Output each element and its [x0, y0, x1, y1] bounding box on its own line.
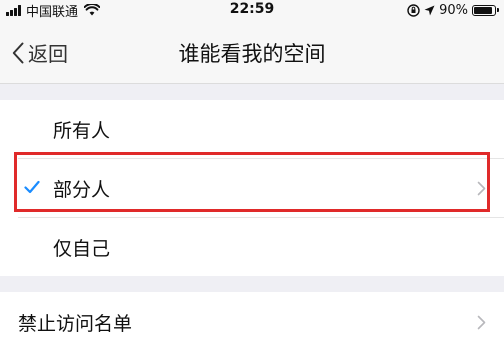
option-label: 所有人	[53, 119, 111, 142]
option-only-me[interactable]: 仅自己	[0, 218, 504, 276]
battery-percent: 90%	[439, 2, 468, 18]
battery-fill	[474, 6, 492, 14]
navigation-bar: 返回 谁能看我的空间	[0, 20, 504, 84]
blocklist-group: 禁止访问名单	[0, 292, 504, 352]
status-bar: 中国联通 22:59 90%	[0, 0, 504, 20]
page-title: 谁能看我的空间	[178, 42, 326, 66]
blocklist-label: 禁止访问名单	[18, 312, 133, 335]
chevron-right-icon	[477, 181, 486, 195]
checkmark-icon	[24, 180, 40, 194]
status-right: 90%	[407, 2, 499, 18]
chevron-right-icon	[477, 315, 486, 329]
option-label: 部分人	[53, 178, 111, 201]
battery-icon	[472, 4, 499, 16]
option-some-people[interactable]: 部分人	[0, 159, 504, 217]
option-label: 仅自己	[53, 237, 111, 260]
orientation-lock-icon	[407, 3, 420, 17]
option-everyone[interactable]: 所有人	[0, 100, 504, 158]
visibility-options-list: 所有人 部分人 仅自己	[0, 100, 504, 276]
location-arrow-icon	[424, 5, 435, 15]
blocklist-row[interactable]: 禁止访问名单	[0, 292, 504, 352]
